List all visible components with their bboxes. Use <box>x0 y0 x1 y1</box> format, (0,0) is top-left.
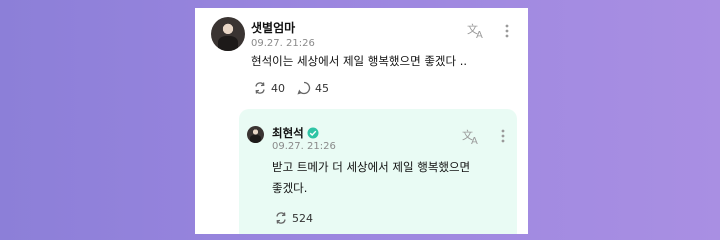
reply-timestamp: 09.27. 21:26 <box>272 141 336 152</box>
reply-more-vertical-icon[interactable] <box>497 126 509 146</box>
comment-icon <box>297 81 311 95</box>
avatar[interactable] <box>211 17 245 51</box>
reply-text-line-2: 좋겠다. <box>272 181 308 195</box>
post-timestamp: 09.27. 21:26 <box>251 38 315 49</box>
comment-count: 45 <box>315 81 329 95</box>
repost-icon <box>276 212 286 224</box>
repost-button[interactable]: 40 <box>253 81 285 95</box>
comment-button[interactable]: 45 <box>297 81 329 95</box>
reply-avatar[interactable] <box>247 126 264 143</box>
more-vertical-icon[interactable] <box>501 21 513 41</box>
verified-badge-icon <box>307 127 319 139</box>
post-text: 현석이는 세상에서 제일 행복했으면 좋겠다 .. <box>251 54 468 68</box>
reply-card: 최현석 09.27. 21:26 文 A 받고 트메가 더 세상에서 제일 행복… <box>239 109 517 234</box>
reply-repost-button[interactable]: 524 <box>274 211 313 225</box>
repost-icon <box>255 82 265 94</box>
reply-author-name[interactable]: 최현석 <box>272 125 319 141</box>
translate-icon[interactable]: 文 A <box>465 20 487 40</box>
reply-text: 받고 트메가 더 세상에서 제일 행복했으면 좋겠다. <box>272 157 512 199</box>
reply-text-line-1: 받고 트메가 더 세상에서 제일 행복했으면 <box>272 160 471 174</box>
repost-count: 40 <box>271 81 285 95</box>
post-card: 샛별엄마 09.27. 21:26 文 A 현석이는 세상에서 제일 행복했으면… <box>195 8 528 234</box>
reply-translate-icon[interactable]: 文 A <box>460 126 482 146</box>
svg-text:A: A <box>471 136 478 145</box>
post-author-name[interactable]: 샛별엄마 <box>251 19 295 36</box>
svg-text:A: A <box>476 30 483 39</box>
reply-repost-count: 524 <box>292 211 313 225</box>
